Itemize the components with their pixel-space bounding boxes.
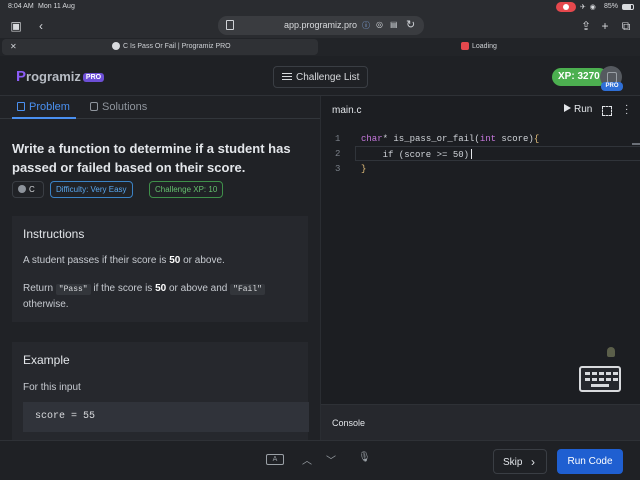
app-header: Programiz PRO Challenge List XP: 3270	[0, 56, 640, 96]
share-icon[interactable]: ⇪	[578, 18, 594, 34]
code-line: }	[361, 164, 367, 174]
example-heading: Example	[23, 353, 70, 367]
sidebar-icon[interactable]: ▣	[8, 18, 24, 34]
tab-underline	[0, 117, 320, 119]
example-subheading: For this input	[23, 382, 81, 393]
chevron-right-icon: ›	[531, 455, 535, 469]
c-language-icon	[18, 185, 26, 193]
example-input-block: score = 55	[23, 402, 309, 432]
tabs-overview-icon[interactable]: ⧉	[618, 18, 634, 34]
wifi-icon: ✈ ◉	[580, 4, 597, 11]
new-tab-icon[interactable]: +	[597, 18, 613, 34]
page-settings-icon[interactable]	[226, 20, 234, 30]
tab-loading[interactable]: Loading	[320, 39, 638, 55]
status-date: Mon 11 Aug	[38, 3, 75, 10]
problem-panel: Problem Solutions Write a function to de…	[0, 96, 320, 440]
microphone-icon[interactable]: 🎙	[358, 452, 371, 463]
run-button[interactable]: Run	[564, 104, 592, 115]
tab-active[interactable]: ✕ C Is Pass Or Fail | Programiz PRO	[2, 39, 318, 55]
skip-button[interactable]: Skip ›	[493, 449, 547, 474]
example-section: Example For this input score = 55	[12, 342, 309, 440]
extension-icon[interactable]: ◎	[376, 20, 383, 29]
console-label: Console	[332, 418, 366, 428]
difficulty-chip: Difficulty: Very Easy	[50, 181, 133, 198]
lightbulb-icon[interactable]	[607, 347, 615, 357]
keyboard-icon[interactable]	[579, 366, 621, 392]
problem-title: Write a function to determine if a stude…	[12, 141, 291, 175]
instructions-heading: Instructions	[23, 227, 85, 241]
tab-title: C Is Pass Or Fail | Programiz PRO	[123, 43, 231, 50]
challenge-xp-chip: Challenge XP: 10	[149, 181, 224, 198]
chevron-up-icon[interactable]: ︿	[302, 452, 312, 467]
fullscreen-icon[interactable]	[602, 106, 612, 116]
language-chip: C	[12, 181, 44, 198]
editor-scroll-marker	[632, 143, 640, 145]
tab-favicon-icon	[461, 42, 469, 50]
info-icon[interactable]: ⓘ	[362, 20, 370, 31]
back-icon[interactable]: ‹	[33, 18, 49, 34]
challenge-list-button[interactable]: Challenge List	[273, 66, 368, 88]
tab-bar: ✕ C Is Pass Or Fail | Programiz PRO Load…	[0, 38, 640, 56]
code-line: if (score >= 50)	[361, 149, 473, 160]
more-options-icon[interactable]: · · ·	[625, 101, 629, 119]
text-format-icon[interactable]: A	[266, 454, 284, 465]
tab-solutions[interactable]: Solutions	[90, 101, 147, 113]
tab-problem[interactable]: Problem	[17, 101, 70, 113]
tab-favicon-icon	[112, 42, 120, 50]
editor-panel: main.c Run · · · 1 2 3 char* is_pass_or_fa…	[320, 96, 640, 440]
code-editor[interactable]: 1 2 3 char* is_pass_or_fail(int score){ …	[321, 130, 640, 196]
keyboard-toolbar: A ︿ ﹀ 🎙	[266, 452, 376, 468]
console-panel[interactable]: Console	[321, 404, 640, 440]
bottom-bar: A ︿ ﹀ 🎙 Skip › Run Code	[0, 440, 640, 480]
instructions-section: Instructions A student passes if their s…	[12, 216, 308, 322]
reader-icon[interactable]: ▤	[390, 20, 398, 29]
close-tab-icon[interactable]: ✕	[10, 42, 17, 51]
editor-header: main.c Run · · ·	[321, 96, 640, 124]
programiz-logo[interactable]: Programiz PRO	[16, 68, 105, 85]
battery-icon	[622, 4, 634, 10]
play-icon	[564, 104, 571, 112]
battery-percent: 85%	[604, 3, 619, 10]
line-number: 1	[335, 134, 341, 144]
url-text: app.programiz.pro	[284, 20, 358, 30]
line-number: 3	[335, 164, 341, 174]
code-line: char* is_pass_or_fail(int score){	[361, 134, 540, 144]
file-name: main.c	[332, 105, 362, 116]
status-time: 8:04 AM	[8, 3, 34, 10]
instructions-text-2: Return "Pass" if the score is 50 or abov…	[23, 281, 293, 312]
text-caret	[471, 149, 473, 159]
document-icon	[17, 102, 25, 111]
instructions-text-1: A student passes if their score is 50 or…	[23, 255, 225, 266]
chevron-down-icon[interactable]: ﹀	[326, 452, 336, 467]
tab-title: Loading	[472, 43, 497, 50]
status-bar: 8:04 AM Mon 11 Aug ✈ ◉ 85%	[0, 0, 640, 14]
line-number: 2	[335, 149, 341, 159]
screen-record-icon[interactable]	[556, 2, 576, 12]
pro-badge: PRO	[601, 82, 623, 91]
address-bar[interactable]: app.programiz.pro ⓘ ◎ ▤ ↻	[218, 16, 424, 35]
lock-icon	[90, 102, 98, 111]
run-code-button[interactable]: Run Code	[557, 449, 623, 474]
menu-icon	[282, 73, 292, 82]
reload-icon[interactable]: ↻	[406, 18, 415, 31]
